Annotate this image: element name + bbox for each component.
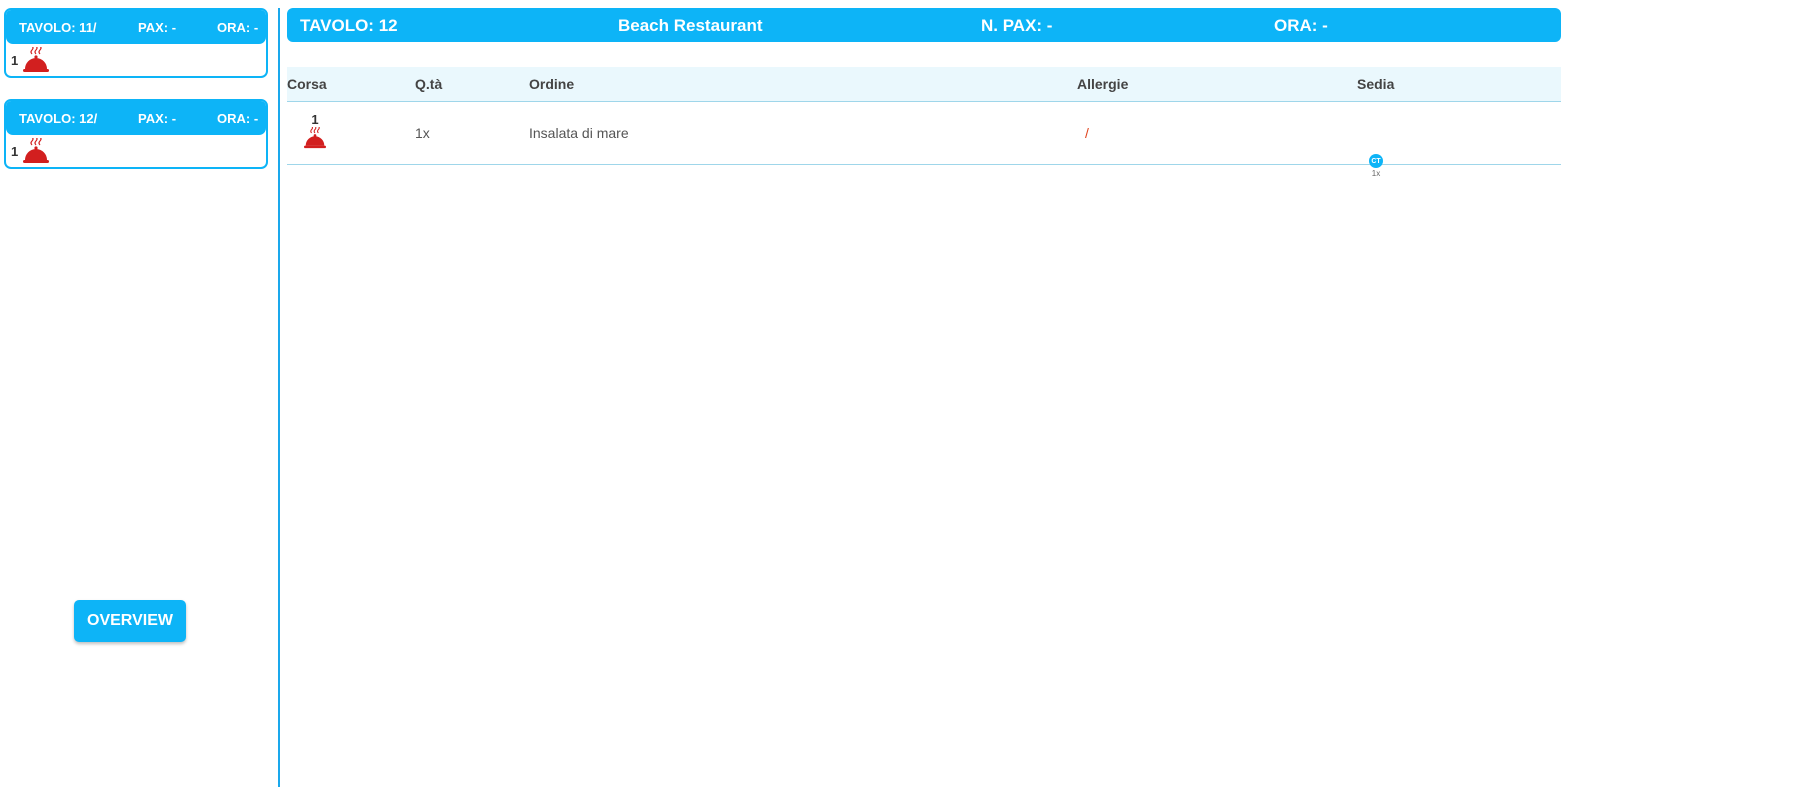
course-number: 1: [311, 112, 319, 127]
table-card-table: TAVOLO: 12/: [19, 111, 98, 126]
column-header-order: Ordine: [529, 76, 575, 92]
table-card-body: 1: [6, 44, 266, 76]
table-card-header: TAVOLO: 12/ PAX: - ORA: -: [6, 101, 266, 135]
chair-cell[interactable]: CT 1x: [1369, 154, 1383, 178]
sidebar-divider: [278, 8, 280, 787]
allergies-cell: /: [1085, 125, 1089, 141]
course-number: 1: [11, 143, 19, 159]
table-card-time: ORA: -: [217, 20, 259, 35]
sidebar: TAVOLO: 11/ PAX: - ORA: - 1 TAVOLO: 12/ …: [0, 0, 278, 787]
header-pax: N. PAX: -: [981, 16, 1053, 35]
table-card-pax: PAX: -: [138, 111, 177, 126]
qty-cell: 1x: [415, 125, 430, 141]
chair-badge[interactable]: CT: [1369, 154, 1383, 168]
table-card-table: TAVOLO: 11/: [19, 20, 97, 35]
header-restaurant: Beach Restaurant: [618, 16, 763, 35]
course-cell: 1: [303, 112, 327, 149]
cloche-icon: [22, 138, 50, 164]
order-item-cell: Insalata di mare: [529, 125, 629, 141]
table-card-body: 1: [6, 135, 266, 167]
column-header-chair: Sedia: [1357, 76, 1395, 92]
cloche-icon: [303, 127, 327, 149]
chair-qty: 1x: [1371, 169, 1381, 178]
column-header-qty: Q.tà: [415, 76, 443, 92]
overview-button[interactable]: OVERVIEW: [74, 600, 186, 642]
table-card-12[interactable]: TAVOLO: 12/ PAX: - ORA: - 1: [4, 99, 268, 169]
table-row[interactable]: 1 1x Insalata di mare / CT 1x: [287, 102, 1561, 178]
column-header-course: Corsa: [287, 76, 327, 92]
table-header-row: Corsa Q.tà Ordine Allergie Sedia: [287, 67, 1561, 102]
header-time: ORA: -: [1274, 16, 1328, 35]
table-card-time: ORA: -: [217, 111, 259, 126]
table-card-pax: PAX: -: [138, 20, 177, 35]
cloche-icon: [22, 47, 50, 73]
table-card-header: TAVOLO: 11/ PAX: - ORA: -: [6, 10, 266, 44]
course-number: 1: [11, 52, 19, 68]
column-header-allergies: Allergie: [1077, 76, 1129, 92]
header-table: TAVOLO: 12: [300, 16, 398, 35]
order-table: Corsa Q.tà Ordine Allergie Sedia 1 1x In…: [287, 67, 1561, 178]
table-card-11[interactable]: TAVOLO: 11/ PAX: - ORA: - 1: [4, 8, 268, 78]
table-header-bar: TAVOLO: 12 Beach Restaurant N. PAX: - OR…: [287, 8, 1561, 42]
